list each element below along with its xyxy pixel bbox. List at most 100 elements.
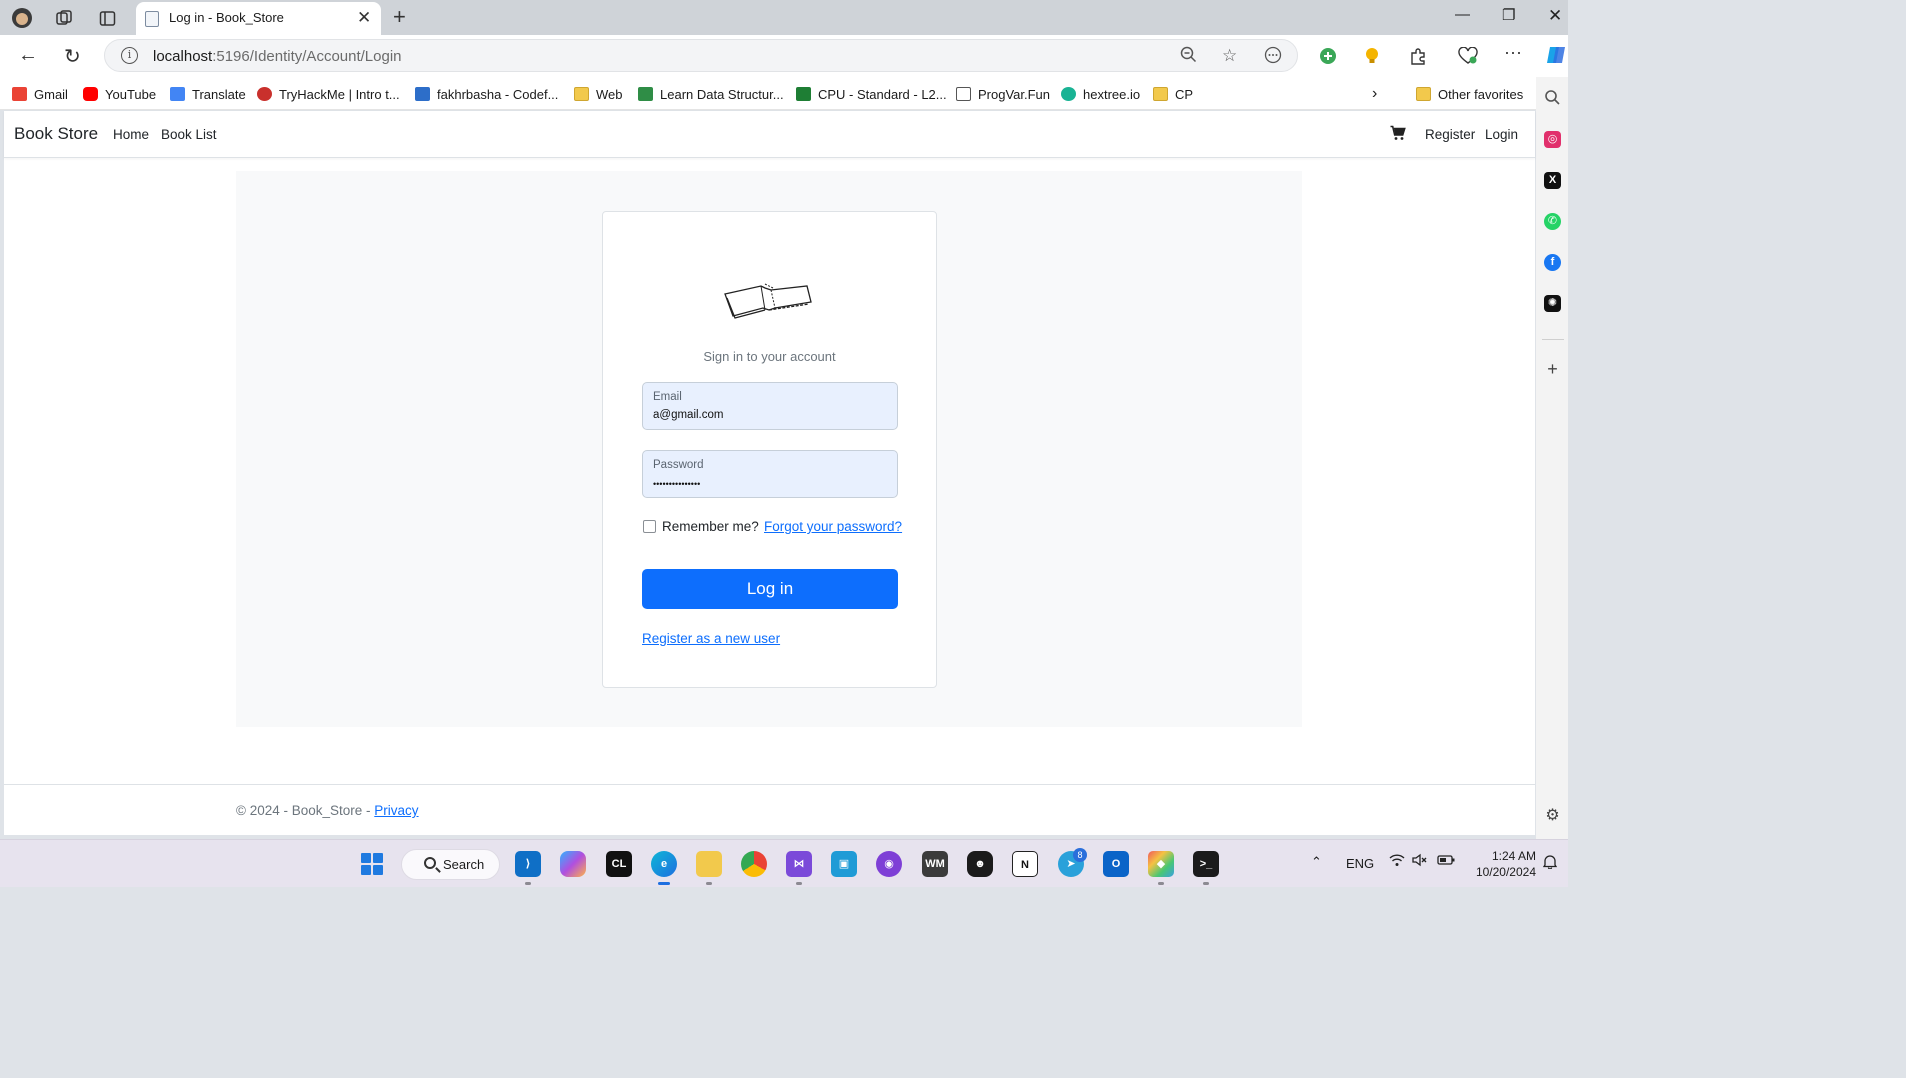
whatsapp-icon[interactable]: ✆ — [1544, 213, 1561, 230]
folder-icon — [1153, 87, 1168, 101]
settings-more-icon[interactable]: ··· — [1504, 42, 1522, 63]
sidebar-search-icon[interactable] — [1544, 89, 1561, 106]
tray-overflow-chevron-icon[interactable]: ⌃ — [1311, 854, 1322, 870]
favorite-progvar[interactable]: ProgVar.Fun — [956, 85, 1050, 103]
privacy-link[interactable]: Privacy — [374, 803, 418, 818]
tab-active[interactable]: Log in - Book_Store ✕ — [136, 2, 381, 35]
site-info-icon[interactable]: i — [121, 47, 138, 64]
instagram-icon[interactable]: ◎ — [1544, 131, 1561, 148]
nav-book-list-link[interactable]: Book List — [161, 127, 217, 142]
search-icon — [424, 857, 436, 869]
gmail-icon — [12, 87, 27, 101]
hextree-icon — [1061, 87, 1076, 101]
favorite-label: Learn Data Structur... — [660, 86, 784, 102]
clock-time: 1:24 AM — [1491, 849, 1536, 863]
edge-icon[interactable]: e — [651, 851, 677, 877]
battery-icon[interactable] — [1437, 853, 1455, 870]
workspaces-icon[interactable] — [52, 6, 76, 30]
site-brand[interactable]: Book Store — [14, 124, 98, 144]
favorite-folder-cp[interactable]: CP — [1153, 85, 1193, 103]
visual-studio-icon[interactable]: ⋈ — [786, 851, 812, 877]
other-favorites-folder[interactable]: Other favorites — [1416, 85, 1523, 103]
email-field[interactable]: Email a@gmail.com — [642, 382, 898, 430]
favorite-youtube[interactable]: YouTube — [83, 85, 156, 103]
more-favorites-chevron-icon[interactable]: › — [1372, 85, 1377, 103]
favorite-star-icon[interactable]: ☆ — [1222, 46, 1237, 66]
site-navbar: Book Store Home Book List Register Login — [4, 111, 1535, 158]
window-close-icon[interactable]: ✕ — [1548, 6, 1562, 26]
refresh-icon[interactable]: ↻ — [64, 44, 81, 69]
email-value[interactable]: a@gmail.com — [653, 409, 723, 421]
codeforces-icon — [415, 87, 430, 101]
copilot-app-icon[interactable] — [560, 851, 586, 877]
login-card: Sign in to your account Email a@gmail.co… — [602, 211, 937, 688]
github-desktop-icon[interactable]: ◉ — [876, 851, 902, 877]
restore-icon[interactable]: ❐ — [1502, 6, 1515, 24]
gitkraken-like-icon[interactable]: ◆ — [1148, 851, 1174, 877]
more-site-actions-icon[interactable] — [1264, 46, 1282, 69]
file-explorer-icon[interactable] — [696, 851, 722, 877]
chrome-icon[interactable] — [741, 851, 767, 877]
vertical-tabs-icon[interactable] — [95, 6, 119, 30]
taskbar-clock[interactable]: 1:24 AM 10/20/2024 — [1468, 848, 1536, 880]
open-book-logo — [724, 283, 812, 319]
x-twitter-icon[interactable]: X — [1544, 172, 1561, 189]
terminal-icon[interactable]: >_ — [1193, 851, 1219, 877]
remember-me-label[interactable]: Remember me? — [662, 519, 759, 534]
tab-close-icon[interactable]: ✕ — [357, 8, 371, 28]
page-icon — [956, 87, 971, 101]
favorite-tryhackme[interactable]: TryHackMe | Intro t... — [257, 85, 400, 103]
address-bar[interactable]: i localhost:5196/Identity/Account/Login … — [104, 39, 1298, 72]
nav-register-link[interactable]: Register — [1425, 127, 1475, 142]
youtube-icon — [83, 87, 98, 101]
browser-essentials-icon[interactable] — [1458, 46, 1478, 66]
password-field[interactable]: Password ••••••••••••••• — [642, 450, 898, 498]
taskbar-search-box[interactable]: Search — [401, 849, 500, 880]
remember-me-checkbox[interactable] — [643, 520, 656, 533]
zoom-out-icon[interactable] — [1180, 46, 1197, 68]
minimize-icon[interactable]: — — [1455, 6, 1470, 23]
notion-icon[interactable]: N — [1012, 851, 1038, 877]
log-in-button[interactable]: Log in — [642, 569, 898, 609]
volume-muted-icon[interactable] — [1412, 853, 1428, 870]
favorite-folder-web[interactable]: Web — [574, 85, 623, 103]
back-arrow-icon[interactable]: ← — [18, 44, 38, 67]
nav-login-link[interactable]: Login — [1485, 127, 1518, 142]
extension-bulb-icon[interactable] — [1362, 46, 1382, 66]
copilot-icon[interactable] — [1545, 44, 1567, 66]
workmanager-icon[interactable]: WM — [922, 851, 948, 877]
chatgpt-icon[interactable]: ✺ — [1544, 295, 1561, 312]
vscode-icon[interactable]: ⟩ — [515, 851, 541, 877]
new-tab-icon[interactable]: + — [393, 4, 406, 30]
outlook-icon[interactable]: O — [1103, 851, 1129, 877]
sidebar-settings-gear-icon[interactable]: ⚙ — [1544, 807, 1561, 824]
favorite-codeforces[interactable]: fakhrbasha - Codef... — [415, 85, 558, 103]
password-value[interactable]: ••••••••••••••• — [653, 479, 700, 489]
sidebar-divider — [1542, 339, 1564, 340]
discord-like-icon[interactable]: ☻ — [967, 851, 993, 877]
notifications-bell-icon[interactable] — [1542, 854, 1558, 872]
shopping-cart-icon[interactable] — [1390, 125, 1406, 141]
address-toolbar: ← ↻ i localhost:5196/Identity/Account/Lo… — [0, 35, 1568, 77]
running-indicator — [706, 882, 712, 885]
favorite-cpu-standard[interactable]: CPU - Standard - L2... — [796, 85, 947, 103]
favorite-geeksforgeeks[interactable]: Learn Data Structur... — [638, 85, 784, 103]
language-indicator[interactable]: ENG — [1346, 856, 1374, 871]
facebook-icon[interactable]: f — [1544, 254, 1561, 271]
wifi-icon[interactable] — [1389, 853, 1405, 870]
windows-start-icon[interactable] — [361, 853, 383, 875]
nav-home-link[interactable]: Home — [113, 127, 149, 142]
clion-icon[interactable]: CL — [606, 851, 632, 877]
forgot-password-link[interactable]: Forgot your password? — [764, 519, 902, 534]
extensions-puzzle-icon[interactable] — [1408, 46, 1428, 66]
register-new-user-link[interactable]: Register as a new user — [642, 631, 780, 646]
favorite-translate[interactable]: Translate — [170, 85, 246, 103]
password-label: Password — [653, 459, 704, 471]
sidebar-add-icon[interactable]: + — [1544, 360, 1561, 378]
url-text[interactable]: localhost:5196/Identity/Account/Login — [153, 48, 402, 65]
sticky-app-icon[interactable]: ▣ — [831, 851, 857, 877]
favorite-gmail[interactable]: Gmail — [12, 85, 68, 103]
profile-avatar-icon[interactable] — [10, 6, 34, 30]
extension-plus-icon[interactable] — [1318, 46, 1338, 66]
favorite-hextree[interactable]: hextree.io — [1061, 85, 1140, 103]
